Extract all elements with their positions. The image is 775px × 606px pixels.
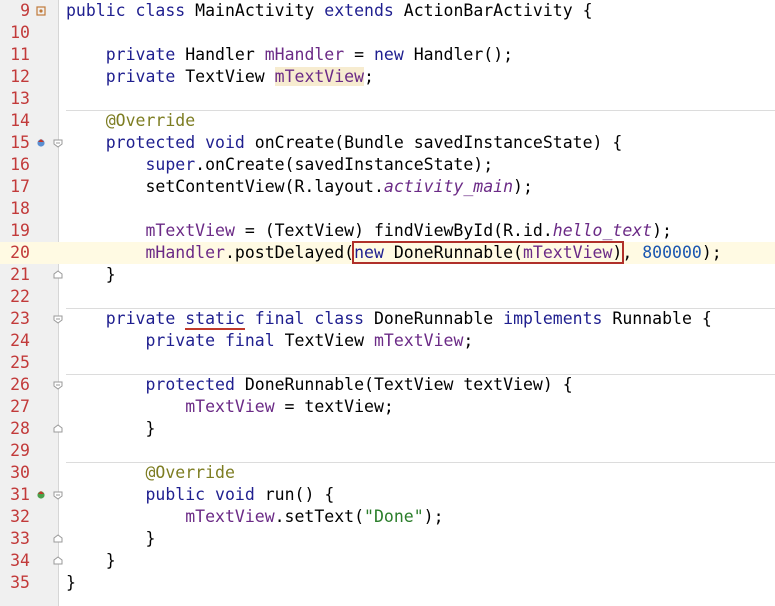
- code-line: 10: [0, 22, 775, 44]
- line-number: 27: [10, 397, 30, 416]
- line-number: 31: [10, 485, 30, 504]
- code-line: 23 private static final class DoneRunnab…: [0, 308, 775, 330]
- code-line: 22: [0, 286, 775, 308]
- underlined-static-keyword: static: [185, 309, 245, 330]
- code-line: 13: [0, 88, 775, 110]
- line-number: 9: [20, 1, 30, 20]
- override-marker-icon[interactable]: [36, 138, 46, 148]
- code-line: 18: [0, 198, 775, 220]
- fold-collapse-icon[interactable]: [53, 138, 63, 148]
- line-number: 23: [10, 309, 30, 328]
- line-number: 10: [10, 23, 30, 42]
- line-number: 12: [10, 67, 30, 86]
- line-number: 15: [10, 133, 30, 152]
- line-number: 29: [10, 441, 30, 460]
- code-line-current: 20 mHandler.postDelayed(new DoneRunnable…: [0, 241, 775, 264]
- line-number: 14: [10, 111, 30, 130]
- code-line: 31 public void run() {: [0, 484, 775, 506]
- line-number: 22: [10, 287, 30, 306]
- fold-collapse-icon[interactable]: [53, 490, 63, 500]
- line-number: 20: [10, 243, 30, 262]
- code-line: 9 public class MainActivity extends Acti…: [0, 0, 775, 22]
- code-line: 34 }: [0, 550, 775, 572]
- code-line: 19 mTextView = (TextView) findViewById(R…: [0, 220, 775, 242]
- code-editor[interactable]: 9 public class MainActivity extends Acti…: [0, 0, 775, 606]
- code-line: 30 @Override: [0, 462, 775, 484]
- code-line: 29: [0, 440, 775, 462]
- line-number: 26: [10, 375, 30, 394]
- code-line: 33 }: [0, 528, 775, 550]
- code-line: 24 private final TextView mTextView;: [0, 330, 775, 352]
- fold-end-icon[interactable]: [53, 556, 63, 566]
- line-number: 32: [10, 507, 30, 526]
- fold-collapse-icon[interactable]: [53, 380, 63, 390]
- line-number: 24: [10, 331, 30, 350]
- line-number: 13: [10, 89, 30, 108]
- code-line: 17 setContentView(R.layout.activity_main…: [0, 176, 775, 198]
- line-number: 17: [10, 177, 30, 196]
- code-line: 26 protected DoneRunnable(TextView textV…: [0, 374, 775, 396]
- highlighted-field: mTextView: [274, 67, 365, 86]
- line-number: 11: [10, 45, 30, 64]
- code-line: 14 @Override: [0, 110, 775, 132]
- code-line: 25: [0, 352, 775, 374]
- line-number: 33: [10, 529, 30, 548]
- line-number: 18: [10, 199, 30, 218]
- code-line: 11 private Handler mHandler = new Handle…: [0, 44, 775, 66]
- code-line: 28 }: [0, 418, 775, 440]
- line-number: 25: [10, 353, 30, 372]
- code-line: 15 protected void onCreate(Bundle savedI…: [0, 132, 775, 154]
- fold-end-icon[interactable]: [53, 534, 63, 544]
- line-number: 16: [10, 155, 30, 174]
- code-line: 12 private TextView mTextView;: [0, 66, 775, 88]
- line-number: 21: [10, 265, 30, 284]
- code-line: 21 }: [0, 264, 775, 286]
- fold-collapse-icon[interactable]: [53, 314, 63, 324]
- highlighted-expression-box: new DoneRunnable(mTextView): [352, 241, 625, 264]
- line-number: 28: [10, 419, 30, 438]
- fold-end-icon[interactable]: [53, 424, 63, 434]
- code-line: 27 mTextView = textView;: [0, 396, 775, 418]
- code-line: 16 super.onCreate(savedInstanceState);: [0, 154, 775, 176]
- line-number: 19: [10, 221, 30, 240]
- implements-marker-icon[interactable]: [36, 490, 46, 500]
- line-number: 30: [10, 463, 30, 482]
- line-number: 34: [10, 551, 30, 570]
- code-line: 32 mTextView.setText("Done");: [0, 506, 775, 528]
- code-line: 35 }: [0, 572, 775, 594]
- line-number: 35: [10, 573, 30, 592]
- class-structure-icon: [36, 6, 46, 16]
- fold-end-icon[interactable]: [53, 270, 63, 280]
